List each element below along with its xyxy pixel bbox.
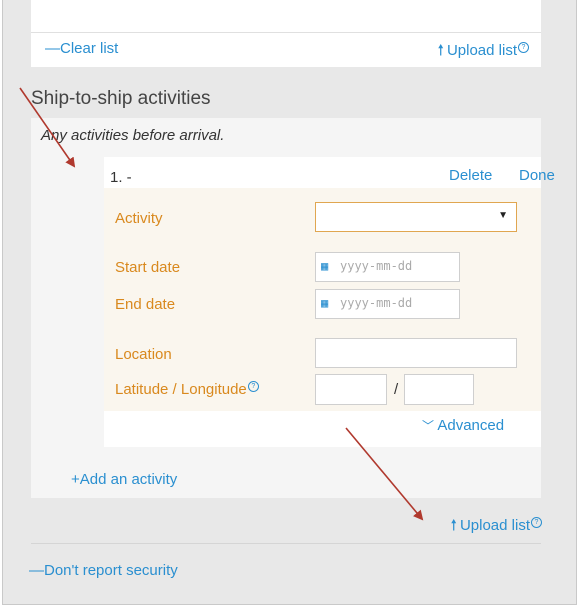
advanced-toggle[interactable]: ﹀ Advanced [422,417,504,434]
end-date-placeholder: yyyy-mm-dd [340,296,413,310]
advanced-label: Advanced [437,417,505,434]
clear-list-link[interactable]: —Clear list [45,40,118,57]
upload-arrow-icon: 🠕 [437,42,444,59]
help-circle-icon[interactable]: ? [518,42,529,53]
previous-section-card: —Clear list 🠕 Upload list? [31,0,541,67]
end-date-label: End date [115,296,176,313]
calendar-icon: ▦ [321,259,329,273]
activities-card: Any activities before arrival. 1. - Dele… [31,118,555,498]
upload-list-label: Upload list [446,42,517,59]
divider [31,543,541,544]
help-circle-icon[interactable]: ? [247,381,259,392]
activity-select[interactable]: ▼ [315,202,517,232]
dont-report-security-link[interactable]: —Don't report security [29,562,178,579]
activity-form: Activity ▼ Start date ▦ yyyy-mm-dd End d… [104,188,541,411]
dropdown-caret-icon: ▼ [498,210,508,221]
calendar-icon: ▦ [321,296,329,310]
longitude-input[interactable] [404,374,474,405]
activity-label: Activity [115,210,163,227]
page-frame: —Clear list 🠕 Upload list? Ship-to-ship a… [2,0,577,605]
location-input[interactable] [315,338,517,368]
latlon-label: Latitude / Longitude? [115,381,259,398]
start-date-label: Start date [115,259,181,276]
upload-list-label: Upload list [459,517,530,534]
divider [31,32,541,33]
upload-list-link-bottom[interactable]: 🠕 Upload list? [451,515,542,540]
chevron-down-icon: ﹀ [422,419,435,433]
delete-button[interactable]: Delete [449,167,492,184]
start-date-placeholder: yyyy-mm-dd [340,259,413,273]
end-date-input[interactable]: ▦ yyyy-mm-dd [315,289,460,319]
latlon-separator: / [394,381,399,398]
add-activity-link[interactable]: +Add an activity [71,471,177,488]
upload-arrow-icon: 🠕 [450,517,457,534]
section-note: Any activities before arrival. [41,127,225,144]
location-label: Location [115,346,172,363]
upload-list-link-top[interactable]: 🠕 Upload list? [438,40,529,65]
help-circle-icon[interactable]: ? [531,517,542,528]
latlon-label-text: Latitude / Longitude [115,381,247,398]
activity-item-number: 1. - [110,169,132,186]
latitude-input[interactable] [315,374,387,405]
activity-item-card: 1. - Delete Done Activity ▼ Start date ▦… [104,157,555,447]
done-button[interactable]: Done [519,167,555,184]
section-title: Ship-to-ship activities [31,88,211,109]
start-date-input[interactable]: ▦ yyyy-mm-dd [315,252,460,282]
